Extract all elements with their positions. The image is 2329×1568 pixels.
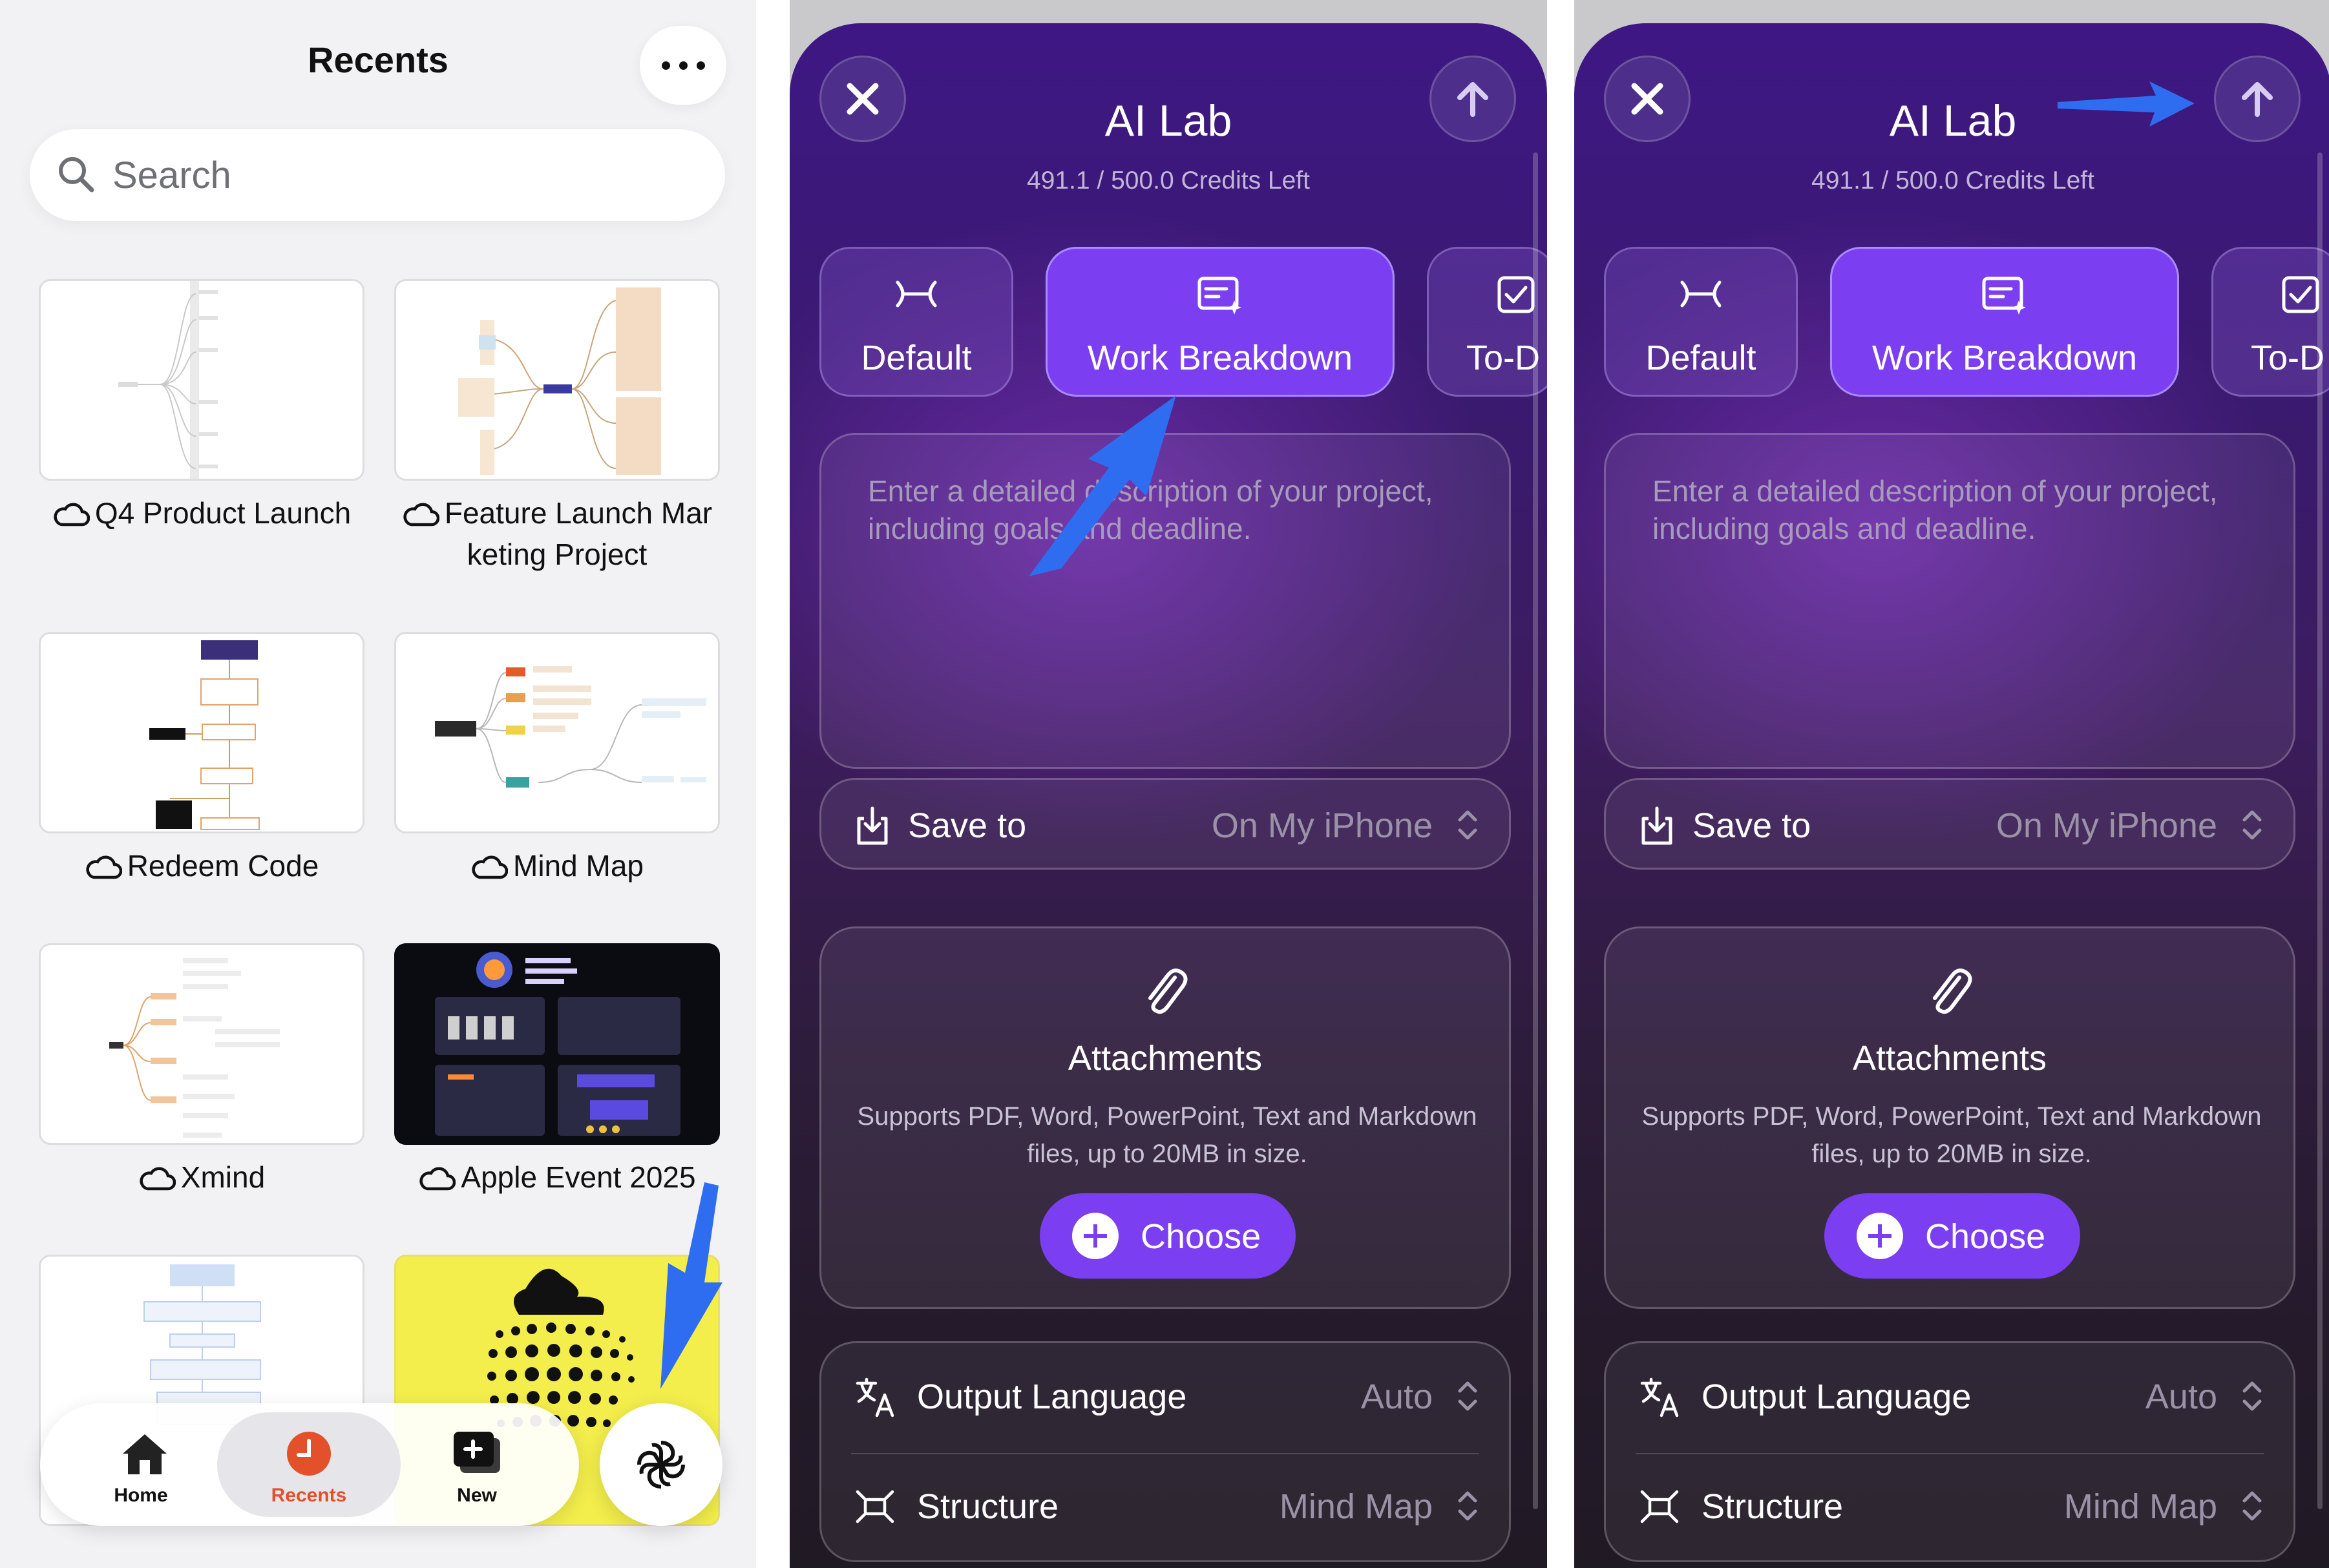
ai-lab-screen: AI Lab 491.1 / 500.0 Credits Left Defaul…: [790, 23, 1547, 1568]
tutorial-screenshot: Recents Search Q4 Product Launch Feature…: [0, 0, 2329, 1568]
annotation-arrow: [2058, 81, 2195, 127]
recents-screen: Recents Search Q4 Product Launch Feature…: [0, 0, 756, 1568]
annotation-arrow: [660, 1182, 722, 1389]
annotation-arrow: [1029, 395, 1176, 576]
ai-lab-screen: AI Lab 491.1 / 500.0 Credits Left Defaul…: [1574, 23, 2329, 1568]
